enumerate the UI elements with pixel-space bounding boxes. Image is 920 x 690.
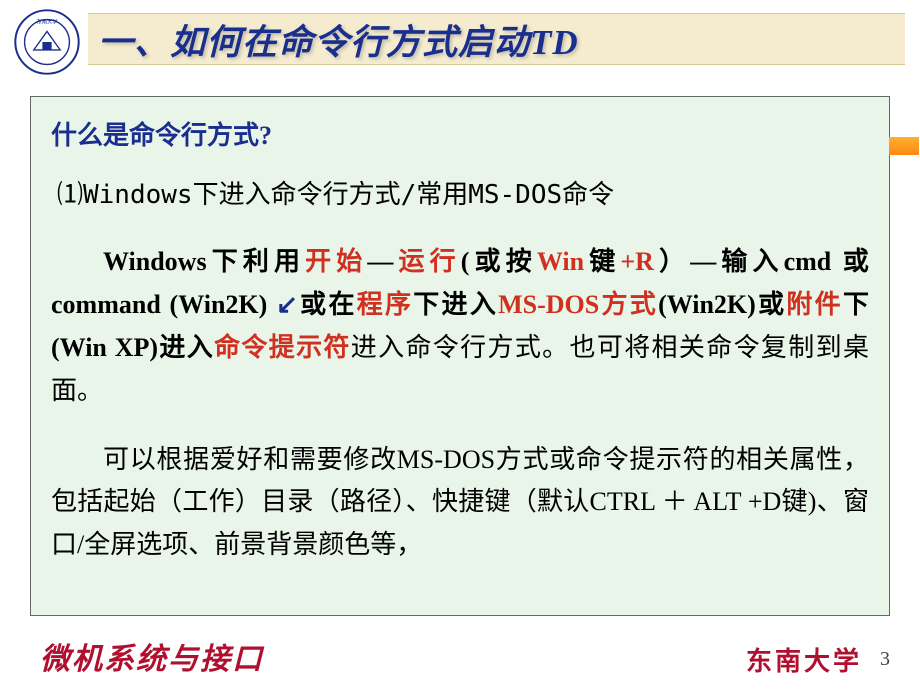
paragraph-2: 可以根据爱好和需要修改MS-DOS方式或命令提示符的相关属性，包括起始（工作）目… [51, 439, 869, 568]
footer-right: 东南大学 3 [746, 641, 890, 678]
subheading: ⑴Windows下进入命令行方式/常用MS-DOS命令 [57, 174, 869, 211]
title-bar: 一、如何在命令行方式启动TD [88, 13, 905, 65]
enter-arrow-icon: ↙ [276, 290, 298, 319]
section-question: 什么是命令行方式? [51, 115, 869, 152]
content-box: 什么是命令行方式? ⑴Windows下进入命令行方式/常用MS-DOS命令 Wi… [30, 96, 890, 616]
university-logo: 东南大学 [14, 9, 80, 75]
paragraph-1: Windows下利用开始—运行(或按Win键+R）—输入cmd 或command… [51, 241, 869, 413]
university-name: 东南大学 [746, 641, 862, 678]
course-name: 微机系统与接口 [40, 634, 264, 678]
page-number: 3 [880, 648, 890, 671]
slide-footer: 微机系统与接口 东南大学 3 [0, 634, 920, 678]
slide-header: 东南大学 一、如何在命令行方式启动TD [0, 0, 920, 78]
slide-title: 一、如何在命令行方式启动TD [98, 14, 579, 65]
decorative-tab [889, 137, 919, 155]
